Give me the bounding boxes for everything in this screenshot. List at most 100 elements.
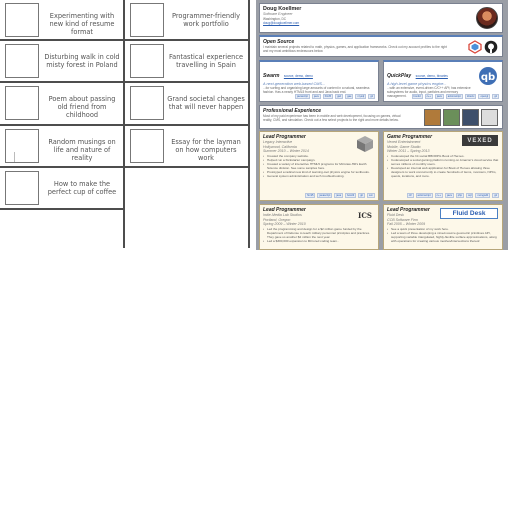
tag[interactable]: git	[368, 94, 375, 99]
tag[interactable]: directx	[464, 94, 477, 99]
swarm-project-card[interactable]: Swarm source, demo, demo A next-generati…	[259, 60, 379, 102]
tag[interactable]: java	[445, 193, 454, 198]
post-title: How to make the perfect cup of coffee	[47, 180, 117, 196]
blog-post-card[interactable]: Grand societal changes that will never h…	[125, 83, 248, 124]
blog-post-card[interactable]: Programmer-friendly work portfolio	[125, 0, 248, 39]
tag[interactable]: html5	[305, 193, 316, 198]
tag[interactable]: git	[358, 193, 365, 198]
project-thumbnail[interactable]	[462, 109, 479, 126]
blog-post-card[interactable]: Random musings on life and nature of rea…	[0, 126, 123, 166]
swarm-title: Swarm	[263, 73, 280, 79]
project-thumbnail[interactable]	[481, 109, 498, 126]
swarm-tags: javascript java html5 gwt gae mysql git	[295, 94, 375, 99]
project-thumbnails	[424, 109, 498, 126]
tag[interactable]: mongodb	[475, 193, 491, 198]
blog-post-card[interactable]: Fantastical experience travelling in Spa…	[125, 41, 248, 81]
cube-logo-icon	[357, 136, 373, 152]
job-bullet: Codeveloped a social gaming platform run…	[387, 158, 499, 166]
blog-post-card[interactable]: How to make the perfect cup of coffee	[0, 168, 123, 208]
tag[interactable]: git	[492, 193, 499, 198]
post-thumbnail	[5, 44, 39, 78]
job-bullet: Led the programming and design for a $2 …	[263, 227, 375, 239]
experience-card: Professional Experience Most of my paid …	[259, 105, 503, 129]
fluid-desk-logo: Fluid Desk	[440, 208, 498, 219]
tag[interactable]: javascript	[317, 193, 333, 198]
tag[interactable]: actionscript	[445, 94, 463, 99]
tag[interactable]: html5	[322, 94, 334, 99]
svg-text:qb: qb	[481, 72, 495, 83]
blog-post-card[interactable]: Essay for the layman on how computers wo…	[125, 126, 248, 166]
ics-logo: ICS	[358, 210, 372, 220]
job-card[interactable]: Lead Programmer Indie-Media Lab Studios …	[259, 204, 379, 250]
swarm-links[interactable]: source, demo, demo	[284, 74, 313, 78]
github-icon[interactable]	[484, 40, 498, 54]
tag[interactable]: actionscript	[415, 193, 433, 198]
post-title: Grand societal changes that will never h…	[167, 95, 245, 111]
tag[interactable]: box2d	[345, 193, 357, 198]
tag[interactable]: svn	[366, 193, 375, 198]
tag[interactable]: gae	[345, 94, 354, 99]
open-source-text: I maintain several projects related to m…	[263, 45, 447, 54]
job-card[interactable]: Lead Programmer Legacy Interactive Holly…	[259, 131, 379, 201]
job-tags: c# actionscript c++ java php sql mongodb…	[406, 193, 499, 198]
post-title: Experimenting with new kind of resume fo…	[49, 12, 115, 36]
job-card[interactable]: Game Programmer Vexed Entertainment Mobi…	[383, 131, 503, 201]
blog-post-card[interactable]: Poem about passing old friend from child…	[0, 83, 123, 124]
quickplay-project-card[interactable]: QuickPlay source, demo, binaries A high-…	[383, 60, 503, 102]
resume-panel: Doug Koellmer Software Engineer Washingt…	[256, 0, 508, 250]
resume-email-link[interactable]: doug@dougkoellmer.com	[263, 21, 499, 25]
code-project-icon[interactable]	[468, 40, 482, 54]
tag[interactable]: javascript	[295, 94, 310, 99]
job-bullet: General system administration and tech t…	[263, 174, 375, 178]
tag[interactable]: java	[311, 94, 321, 99]
tag[interactable]: gwt	[335, 94, 344, 99]
tag[interactable]: opengl	[478, 94, 491, 99]
quickplay-title: QuickPlay	[387, 73, 412, 79]
tag[interactable]: c++	[434, 193, 443, 198]
tag[interactable]: php	[455, 193, 465, 198]
grid-divider-right	[248, 0, 250, 248]
post-thumbnail	[5, 86, 39, 120]
open-source-card: Open Source I maintain several projects …	[259, 35, 503, 57]
tag[interactable]: sql	[466, 193, 474, 198]
tag[interactable]: git	[492, 94, 499, 99]
post-thumbnail	[5, 171, 39, 205]
post-title: Disturbing walk in cold misty forest in …	[44, 53, 120, 69]
post-title: Essay for the layman on how computers wo…	[171, 138, 241, 162]
post-thumbnail	[130, 44, 164, 78]
post-thumbnail	[5, 129, 39, 163]
tag[interactable]: c#	[406, 193, 414, 198]
job-bullet: Led a team of three developing a mixed-s…	[387, 231, 499, 243]
post-thumbnail	[130, 3, 164, 37]
resume-header-card: Doug Koellmer Software Engineer Washingt…	[259, 3, 503, 33]
post-title: Programmer-friendly work portfolio	[172, 12, 240, 28]
tag[interactable]: c++	[424, 94, 433, 99]
post-title: Fantastical experience travelling in Spa…	[168, 53, 244, 69]
job-tags: html5 javascript java box2d git svn	[305, 193, 375, 198]
avatar	[476, 7, 498, 29]
job-bullet: Developed an internal web application fo…	[387, 166, 499, 178]
quickplay-tags: box2d c++ java actionscript directx open…	[411, 94, 499, 99]
project-thumbnail[interactable]	[424, 109, 441, 126]
quickplay-logo-icon: qb	[479, 67, 497, 85]
post-thumbnail	[5, 3, 39, 37]
job-bullet: Led a $300,000 expansion to Mirrored cod…	[263, 239, 375, 243]
blog-post-grid: Experimenting with new kind of resume fo…	[0, 0, 250, 250]
job-bullet: Created a variety of interactive HTML5 p…	[263, 162, 375, 170]
blog-post-card[interactable]: Experimenting with new kind of resume fo…	[0, 0, 123, 39]
vexed-logo: VEXED	[462, 135, 498, 146]
experience-text: Most of my paid experience has been in m…	[263, 114, 401, 123]
tag[interactable]: box2d	[411, 94, 423, 99]
blog-post-card[interactable]: Disturbing walk in cold misty forest in …	[0, 41, 123, 81]
tag[interactable]: java	[434, 94, 444, 99]
quickplay-links[interactable]: source, demo, binaries	[416, 74, 448, 78]
post-title: Poem about passing old friend from child…	[48, 95, 116, 119]
post-thumbnail	[130, 129, 164, 163]
tag[interactable]: java	[334, 193, 344, 198]
project-thumbnail[interactable]	[443, 109, 460, 126]
tag[interactable]: mysql	[355, 94, 367, 99]
post-title: Random musings on life and nature of rea…	[48, 138, 116, 162]
grid-divider-row-5	[0, 208, 124, 210]
job-card[interactable]: Lead Programmer Fluid Desk CCB Software …	[383, 204, 503, 250]
post-thumbnail	[130, 86, 164, 120]
